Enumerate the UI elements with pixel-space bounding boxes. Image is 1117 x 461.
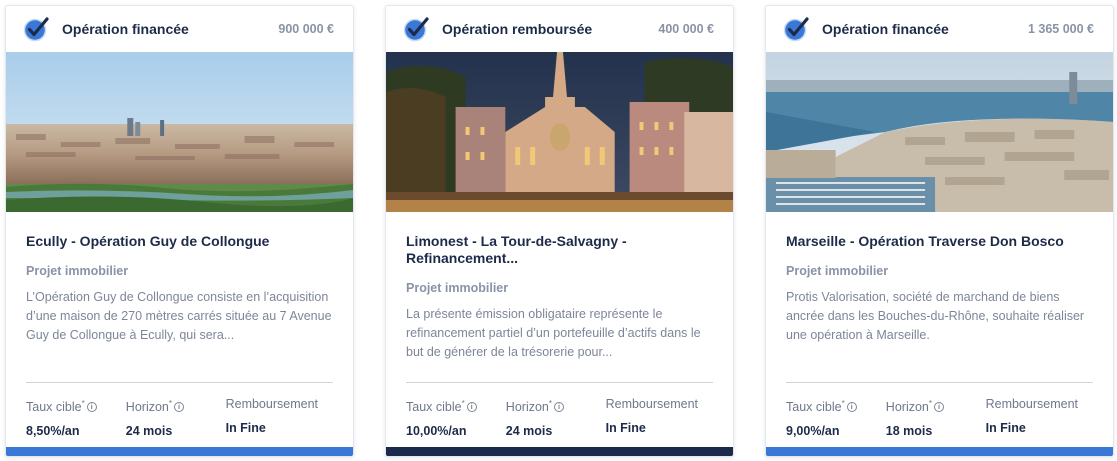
info-icon[interactable]: i: [554, 402, 564, 413]
rate-label: Taux cible: [786, 400, 842, 415]
repayment-label: Remboursement: [605, 397, 698, 411]
stat-rate: Taux cible* i 10,00%/an: [406, 396, 506, 438]
stat-horizon: Horizon* i 24 mois: [506, 396, 606, 438]
stat-horizon: Horizon* i 24 mois: [126, 396, 226, 438]
divider: [26, 382, 333, 383]
divider: [786, 382, 1093, 383]
stat-repayment: Remboursement In Fine: [986, 396, 1103, 438]
rate-value: 9,00%/an: [786, 424, 840, 439]
project-photo-church-night[interactable]: [386, 52, 733, 212]
project-description: L’Opération Guy de Collongue consiste en…: [26, 290, 332, 342]
info-icon[interactable]: i: [846, 402, 857, 413]
stats-row: Taux cible* i 9,00%/an Horizon* i 18 mois …: [786, 396, 1103, 438]
status-color-bar: [766, 447, 1113, 456]
horizon-value: 18 mois: [885, 424, 933, 439]
repayment-value: In Fine: [985, 421, 1026, 435]
project-description: Protis Valorisation, société de marchand…: [786, 290, 1085, 342]
horizon-label: Horizon: [885, 400, 929, 415]
repayment-label: Remboursement: [985, 397, 1078, 411]
horizon-label: Horizon: [125, 400, 169, 415]
amount-label: 1 365 000 €: [1027, 22, 1094, 36]
stats-row: Taux cible* i 8,50%/an Horizon* i 24 mois …: [26, 396, 343, 438]
horizon-label: Horizon: [505, 400, 549, 415]
card-body: Marseille - Opération Traverse Don Bosco…: [766, 212, 1113, 345]
card-body: Ecully - Opération Guy de Collongue Proj…: [6, 212, 353, 345]
info-icon[interactable]: i: [466, 402, 477, 413]
stat-horizon: Horizon* i 18 mois: [886, 396, 986, 438]
stat-repayment: Remboursement In Fine: [226, 396, 343, 438]
project-photo-marseille-port[interactable]: [766, 52, 1113, 212]
rate-label: Taux cible: [406, 400, 462, 415]
rate-value: 8,50%/an: [26, 424, 80, 439]
project-description: La présente émission obligataire représe…: [406, 307, 701, 359]
project-title[interactable]: Marseille - Opération Traverse Don Bosco: [786, 233, 1093, 250]
check-badge-icon: [23, 17, 49, 42]
stat-rate: Taux cible* i 9,00%/an: [786, 396, 886, 438]
horizon-value: 24 mois: [505, 424, 553, 439]
check-badge-icon: [403, 17, 429, 42]
status-label: Opération remboursée: [442, 21, 593, 37]
project-category: Projet immobilier: [406, 281, 509, 295]
check-badge-icon: [783, 17, 809, 42]
rate-label: Taux cible: [26, 400, 82, 415]
status-label: Opération financée: [62, 21, 189, 37]
project-card[interactable]: Opération financée 1 365 000 € Marseille…: [765, 5, 1114, 457]
status-color-bar: [386, 447, 733, 456]
project-photo-lyon-panorama[interactable]: [6, 52, 353, 212]
project-category: Projet immobilier: [786, 264, 889, 278]
divider: [406, 382, 713, 383]
project-title[interactable]: Limonest - La Tour-de-Salvagny - Refinan…: [406, 233, 713, 267]
card-header: Opération remboursée 400 000 €: [386, 6, 733, 52]
project-card[interactable]: Opération remboursée 400 000 € Limonest …: [385, 5, 734, 457]
stat-rate: Taux cible* i 8,50%/an: [26, 396, 126, 438]
project-category: Projet immobilier: [26, 264, 129, 278]
project-title[interactable]: Ecully - Opération Guy de Collongue: [26, 233, 333, 250]
info-icon[interactable]: i: [174, 402, 184, 413]
info-icon[interactable]: i: [86, 402, 97, 413]
repayment-label: Remboursement: [225, 397, 318, 411]
amount-label: 900 000 €: [278, 22, 334, 36]
info-icon[interactable]: i: [934, 402, 944, 413]
card-header: Opération financée 900 000 €: [6, 6, 353, 52]
card-body: Limonest - La Tour-de-Salvagny - Refinan…: [386, 212, 733, 362]
horizon-value: 24 mois: [125, 424, 173, 439]
repayment-value: In Fine: [225, 421, 266, 435]
amount-label: 400 000 €: [658, 22, 714, 36]
card-header: Opération financée 1 365 000 €: [766, 6, 1113, 52]
stats-row: Taux cible* i 10,00%/an Horizon* i 24 mois…: [406, 396, 723, 438]
rate-value: 10,00%/an: [406, 424, 467, 439]
repayment-value: In Fine: [605, 421, 646, 435]
project-card[interactable]: Opération financée 900 000 € Ecully - Op…: [5, 5, 354, 457]
status-color-bar: [6, 447, 353, 456]
status-label: Opération financée: [822, 21, 949, 37]
stat-repayment: Remboursement In Fine: [606, 396, 723, 438]
